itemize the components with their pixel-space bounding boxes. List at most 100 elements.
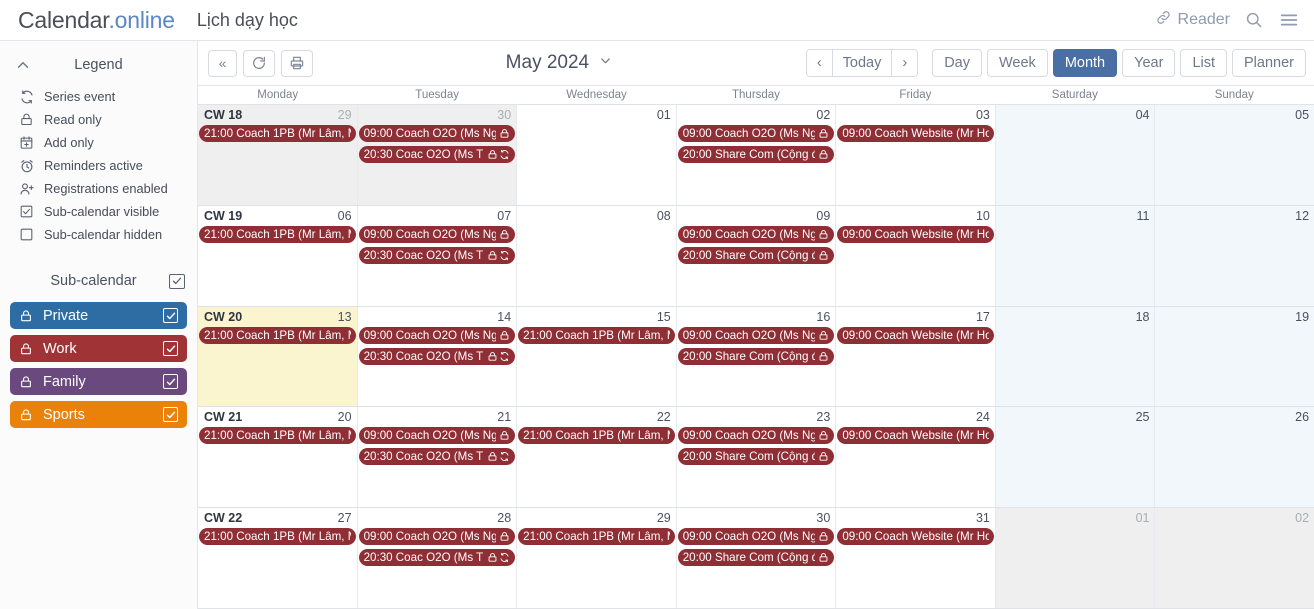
- calendar-event[interactable]: 20:30 Coac O2O (Ms Thuỷ): [358, 347, 516, 365]
- subcalendar-visibility-checkbox[interactable]: [163, 308, 178, 323]
- calendar-day-cell[interactable]: 0209:00 Coach O2O (Ms Ngân) 20:00 Share C…: [676, 105, 837, 205]
- calendar-event[interactable]: 20:00 Share Com (Cộng đồng): [677, 347, 835, 365]
- calendar-day-cell[interactable]: 10 09:00 Coach Website (Mr Hoàn: [836, 205, 996, 306]
- today-button[interactable]: Today: [831, 50, 892, 76]
- calendar-event[interactable]: 20:30 Coac O2O (Ms Thuỷ): [358, 146, 516, 163]
- lock-icon: [19, 375, 34, 389]
- calendar-day-cell[interactable]: 19: [1155, 306, 1314, 407]
- calendar-day-cell[interactable]: 3009:00 Coach O2O (Ms Ngân) 20:00 Share C…: [676, 508, 837, 608]
- calendar-day-cell[interactable]: 12: [1155, 205, 1314, 306]
- calendar-day-cell[interactable]: 08: [517, 205, 677, 306]
- chevron-up-icon[interactable]: [12, 54, 34, 76]
- calendar-event[interactable]: 20:00 Share Com (Cộng đồng): [677, 448, 835, 466]
- calendar-day-cell[interactable]: 15 21:00 Coach 1PB (Mr Lâm, Mr T: [517, 306, 677, 407]
- calendar-day-cell[interactable]: 24 09:00 Coach Website (Mr Hoàn: [836, 407, 996, 508]
- subcalendar-visibility-checkbox[interactable]: [163, 341, 178, 356]
- calendar-event[interactable]: 09:00 Coach Website (Mr Hoàn: [837, 125, 994, 142]
- calendar-day-cell[interactable]: 31 09:00 Coach Website (Mr Hoàn: [836, 508, 996, 608]
- view-button-planner[interactable]: Planner: [1232, 49, 1306, 77]
- hamburger-menu-icon[interactable]: [1278, 9, 1300, 31]
- calendar-event[interactable]: 09:00 Coach O2O (Ms Ngân): [358, 326, 516, 344]
- app-logo[interactable]: Calendar.online: [18, 7, 175, 34]
- subcalendar-visibility-checkbox[interactable]: [163, 407, 178, 422]
- calendar-day-cell[interactable]: 03 09:00 Coach Website (Mr Hoàn: [836, 105, 996, 205]
- calendar-event[interactable]: 09:00 Coach Website (Mr Hoàn: [837, 427, 994, 445]
- next-period-button[interactable]: ›: [891, 50, 918, 76]
- subcalendar-item-work[interactable]: Work: [10, 335, 187, 362]
- calendar-event[interactable]: 09:00 Coach O2O (Ms Ngân): [677, 528, 835, 546]
- calendar-event[interactable]: 21:00 Coach 1PB (Mr Lâm, Mr T: [199, 427, 356, 445]
- calendar-day-cell[interactable]: 22 21:00 Coach 1PB (Mr Lâm, Mr T: [517, 407, 677, 508]
- body-wrapper: Legend Series event Read only Add only R…: [0, 41, 1314, 609]
- calendar-day-cell[interactable]: 29 21:00 Coach 1PB (Mr Lâm, Mr T: [517, 508, 677, 608]
- calendar-day-cell[interactable]: 2309:00 Coach O2O (Ms Ngân) 20:00 Share C…: [676, 407, 837, 508]
- calendar-day-cell[interactable]: 3009:00 Coach O2O (Ms Ngân) 20:30 Coac O2…: [357, 105, 518, 205]
- calendar-event[interactable]: 09:00 Coach Website (Mr Hoàn: [837, 528, 994, 546]
- calendar-day-cell[interactable]: 0909:00 Coach O2O (Ms Ngân) 20:00 Share C…: [676, 205, 837, 306]
- calendar-day-cell[interactable]: 2809:00 Coach O2O (Ms Ngân) 20:30 Coac O2…: [357, 508, 518, 608]
- calendar-day-cell[interactable]: 1609:00 Coach O2O (Ms Ngân) 20:00 Share C…: [676, 306, 837, 407]
- calendar-event[interactable]: 09:00 Coach O2O (Ms Ngân): [358, 528, 516, 546]
- calendar-event[interactable]: 20:00 Share Com (Cộng đồng): [677, 549, 835, 567]
- calendar-event[interactable]: 20:30 Coac O2O (Ms Thuỷ): [358, 246, 516, 264]
- calendar-day-cell[interactable]: 01: [995, 508, 1156, 608]
- calendar-day-cell[interactable]: 05: [1155, 105, 1314, 205]
- subcalendar-visibility-checkbox[interactable]: [163, 374, 178, 389]
- reader-button[interactable]: Reader: [1155, 9, 1230, 31]
- calendar-event[interactable]: 09:00 Coach Website (Mr Hoàn: [837, 326, 994, 344]
- calendar-day-cell[interactable]: 17 09:00 Coach Website (Mr Hoàn: [836, 306, 996, 407]
- calendar-event[interactable]: 09:00 Coach O2O (Ms Ngân): [677, 427, 835, 445]
- chevron-down-icon: [598, 52, 613, 74]
- view-button-day[interactable]: Day: [932, 49, 982, 77]
- calendar-event[interactable]: 20:30 Coac O2O (Ms Thuỷ): [358, 549, 516, 567]
- calendar-day-cell[interactable]: 01: [517, 105, 677, 205]
- calendar-event[interactable]: 09:00 Coach Website (Mr Hoàn: [837, 225, 994, 243]
- calendar-day-cell[interactable]: CW 18 29 21:00 Coach 1PB (Mr Lâm, Mr T: [198, 105, 358, 205]
- calendar-event[interactable]: 20:30 Coac O2O (Ms Thuỷ): [358, 448, 516, 466]
- calendar-event[interactable]: 21:00 Coach 1PB (Mr Lâm, Mr T: [199, 125, 356, 142]
- calendar-day-cell[interactable]: 26: [1155, 407, 1314, 508]
- calendar-event[interactable]: 09:00 Coach O2O (Ms Ngân): [358, 225, 516, 243]
- calendar-event[interactable]: 09:00 Coach O2O (Ms Ngân): [677, 326, 835, 344]
- calendar-event[interactable]: 21:00 Coach 1PB (Mr Lâm, Mr T: [518, 427, 675, 445]
- calendar-day-cell[interactable]: CW 21 20 21:00 Coach 1PB (Mr Lâm, Mr T: [198, 407, 358, 508]
- calendar-day-cell[interactable]: 04: [995, 105, 1156, 205]
- calendar-day-cell[interactable]: CW 22 27 21:00 Coach 1PB (Mr Lâm, Mr T: [198, 508, 358, 608]
- calendar-event[interactable]: 09:00 Coach O2O (Ms Ngân): [677, 125, 835, 142]
- day-events-list: 09:00 Coach O2O (Ms Ngân) 20:30 Coac O2O …: [358, 528, 517, 567]
- calendar-day-cell[interactable]: CW 19 06 21:00 Coach 1PB (Mr Lâm, Mr T: [198, 205, 358, 306]
- current-period-selector[interactable]: May 2024: [313, 52, 806, 74]
- calendar-event[interactable]: 21:00 Coach 1PB (Mr Lâm, Mr T: [199, 225, 356, 243]
- calendar-day-cell[interactable]: 2109:00 Coach O2O (Ms Ngân) 20:30 Coac O2…: [357, 407, 518, 508]
- calendar-event[interactable]: 09:00 Coach O2O (Ms Ngân): [358, 125, 516, 142]
- prev-period-button[interactable]: ‹: [806, 50, 832, 76]
- calendar-event[interactable]: 21:00 Coach 1PB (Mr Lâm, Mr T: [518, 528, 675, 546]
- calendar-event[interactable]: 09:00 Coach O2O (Ms Ngân): [358, 427, 516, 445]
- calendar-day-cell[interactable]: 18: [995, 306, 1156, 407]
- calendar-day-cell[interactable]: CW 20 13 21:00 Coach 1PB (Mr Lâm, Mr T: [198, 306, 358, 407]
- calendar-event[interactable]: 09:00 Coach O2O (Ms Ngân): [677, 225, 835, 243]
- calendar-day-cell[interactable]: 1409:00 Coach O2O (Ms Ngân) 20:30 Coac O2…: [357, 306, 518, 407]
- subcalendar-item-sports[interactable]: Sports: [10, 401, 187, 428]
- calendar-day-cell[interactable]: 11: [995, 205, 1156, 306]
- view-button-list[interactable]: List: [1180, 49, 1228, 77]
- subcalendar-item-family[interactable]: Family: [10, 368, 187, 395]
- search-icon[interactable]: [1244, 10, 1264, 30]
- subcalendar-select-all-checkbox[interactable]: [169, 273, 185, 289]
- calendar-day-cell[interactable]: 25: [995, 407, 1156, 508]
- calendar-day-cell[interactable]: 02: [1155, 508, 1314, 608]
- calendar-event[interactable]: 21:00 Coach 1PB (Mr Lâm, Mr T: [199, 528, 356, 546]
- calendar-event[interactable]: 21:00 Coach 1PB (Mr Lâm, Mr T: [518, 326, 675, 344]
- refresh-button[interactable]: [243, 49, 275, 77]
- view-button-year[interactable]: Year: [1122, 49, 1176, 77]
- calendar-day-cell[interactable]: 0709:00 Coach O2O (Ms Ngân) 20:30 Coac O2…: [357, 205, 518, 306]
- collapse-sidebar-button[interactable]: «: [208, 49, 237, 77]
- legend-item-subcalendar-visible: Sub-calendar visible: [18, 200, 197, 223]
- calendar-event[interactable]: 20:00 Share Com (Cộng đồng): [677, 146, 835, 163]
- calendar-event[interactable]: 21:00 Coach 1PB (Mr Lâm, Mr T: [199, 326, 356, 344]
- print-button[interactable]: [281, 49, 313, 77]
- calendar-event[interactable]: 20:00 Share Com (Cộng đồng): [677, 246, 835, 264]
- view-button-week[interactable]: Week: [987, 49, 1048, 77]
- view-button-month[interactable]: Month: [1052, 49, 1118, 77]
- subcalendar-item-private[interactable]: Private: [10, 302, 187, 329]
